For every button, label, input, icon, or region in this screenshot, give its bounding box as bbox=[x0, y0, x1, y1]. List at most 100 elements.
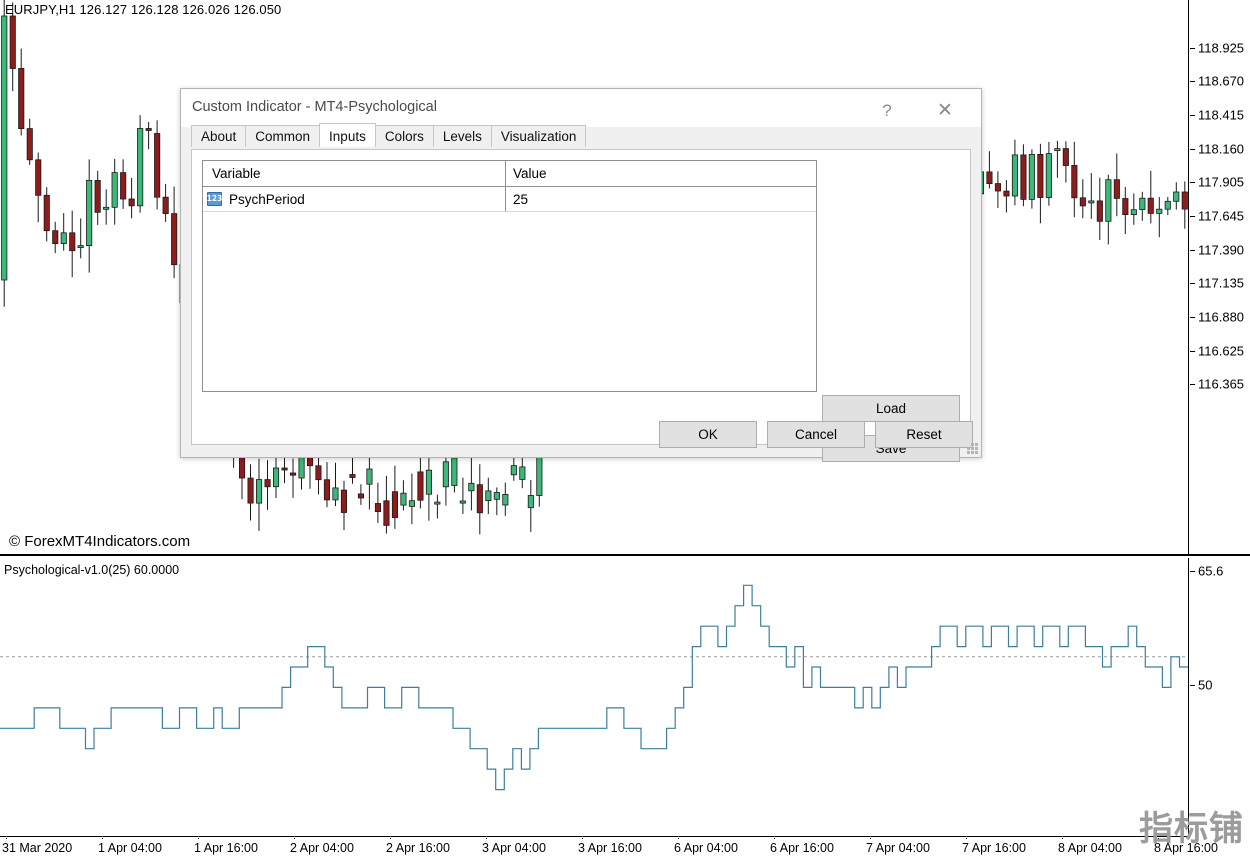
tab-about[interactable]: About bbox=[191, 125, 246, 147]
time-tick-mark bbox=[198, 838, 199, 839]
column-header-variable: Variable bbox=[203, 161, 506, 186]
candle-bearish bbox=[477, 485, 482, 513]
tab-inputs[interactable]: Inputs bbox=[319, 123, 376, 147]
candle-bearish bbox=[163, 197, 168, 213]
candle-bullish bbox=[401, 493, 406, 505]
price-tick-label: 117.645 bbox=[1198, 209, 1244, 224]
candle-bearish bbox=[1123, 199, 1128, 215]
candle-bearish bbox=[248, 478, 253, 503]
candle-bearish bbox=[129, 199, 134, 206]
candle-bullish bbox=[469, 483, 474, 491]
price-tick-mark bbox=[1190, 351, 1195, 352]
time-tick-label: 7 Apr 04:00 bbox=[866, 841, 930, 855]
price-tick-mark bbox=[1190, 81, 1195, 82]
cancel-button[interactable]: Cancel bbox=[767, 421, 865, 448]
candle-bearish bbox=[350, 475, 355, 478]
time-tick-label: 1 Apr 16:00 bbox=[194, 841, 258, 855]
candle-bearish bbox=[53, 231, 58, 244]
time-tick-label: 1 Apr 04:00 bbox=[98, 841, 162, 855]
candle-bullish bbox=[520, 467, 525, 480]
candle-bullish bbox=[87, 180, 92, 245]
candle-bearish bbox=[418, 472, 423, 500]
candle-bearish bbox=[375, 504, 380, 512]
candle-bearish bbox=[324, 480, 329, 500]
time-tick-label: 8 Apr 04:00 bbox=[1058, 841, 1122, 855]
dialog-tabstrip[interactable]: AboutCommonInputsColorsLevelsVisualizati… bbox=[181, 127, 981, 147]
price-tick-label: 117.905 bbox=[1198, 175, 1244, 190]
candle-bearish bbox=[36, 160, 41, 196]
candle-bearish bbox=[358, 494, 363, 498]
candle-bearish bbox=[341, 490, 346, 512]
column-header-value: Value bbox=[506, 161, 816, 186]
load-button[interactable]: Load bbox=[822, 395, 960, 422]
tab-visualization[interactable]: Visualization bbox=[491, 125, 587, 147]
price-tick-label: 118.670 bbox=[1198, 74, 1244, 89]
candle-bullish bbox=[299, 456, 304, 478]
candle-bullish bbox=[494, 493, 499, 500]
price-tick-mark bbox=[1190, 149, 1195, 150]
reset-button[interactable]: Reset bbox=[875, 421, 973, 448]
indicator-axis[interactable]: 65.650 bbox=[1190, 558, 1250, 837]
candle-bullish bbox=[452, 458, 457, 486]
candle-bullish bbox=[1174, 192, 1179, 201]
parameters-table[interactable]: Variable Value 123 PsychPeriod 25 bbox=[202, 160, 817, 392]
number-input-icon: 123 bbox=[207, 192, 222, 206]
candle-bullish bbox=[333, 488, 338, 500]
candle-bullish bbox=[511, 466, 516, 475]
help-icon[interactable]: ? bbox=[865, 95, 909, 126]
psychological-line-series bbox=[0, 558, 1188, 836]
time-tick-label: 7 Apr 16:00 bbox=[962, 841, 1026, 855]
candle-bearish bbox=[27, 129, 32, 160]
time-tick-label: 2 Apr 04:00 bbox=[290, 841, 354, 855]
price-tick-label: 118.415 bbox=[1198, 108, 1244, 123]
candle-bullish bbox=[1046, 154, 1051, 198]
candle-bullish bbox=[460, 501, 465, 503]
candle-bearish bbox=[1063, 149, 1068, 166]
candle-bearish bbox=[172, 214, 177, 265]
dialog-titlebar[interactable]: Custom Indicator - MT4-Psychological ? ✕ bbox=[181, 89, 981, 127]
price-tick-mark bbox=[1190, 250, 1195, 251]
price-axis[interactable]: 118.925118.670118.415118.160117.905117.6… bbox=[1190, 0, 1250, 554]
time-tick-mark bbox=[966, 838, 967, 839]
time-tick-mark bbox=[1062, 838, 1063, 839]
candle-bearish bbox=[239, 457, 244, 478]
price-tick-mark bbox=[1190, 384, 1195, 385]
indicator-plot-area[interactable] bbox=[0, 558, 1189, 837]
value-field[interactable]: 25 bbox=[506, 187, 816, 211]
tab-colors[interactable]: Colors bbox=[375, 125, 434, 147]
candle-bullish bbox=[503, 494, 508, 505]
candle-bullish bbox=[138, 129, 143, 206]
candle-bullish bbox=[1131, 210, 1136, 215]
indicator-name-label: Psychological-v1.0(25) 60.0000 bbox=[4, 563, 179, 577]
candle-bullish bbox=[256, 480, 261, 504]
candle-bullish bbox=[443, 462, 448, 487]
time-axis[interactable]: 31 Mar 20201 Apr 04:001 Apr 16:002 Apr 0… bbox=[0, 838, 1250, 860]
table-row[interactable]: 123 PsychPeriod 25 bbox=[203, 187, 816, 212]
candle-bearish bbox=[290, 473, 295, 475]
price-tick-mark bbox=[1190, 48, 1195, 49]
candle-bullish bbox=[1157, 209, 1162, 213]
custom-indicator-dialog[interactable]: Custom Indicator - MT4-Psychological ? ✕… bbox=[180, 88, 982, 458]
tab-levels[interactable]: Levels bbox=[433, 125, 492, 147]
price-tick-mark bbox=[1190, 216, 1195, 217]
price-tick-label: 117.390 bbox=[1198, 243, 1244, 258]
symbol-quote-label: EURJPY,H1 126.127 126.128 126.026 126.05… bbox=[5, 2, 281, 17]
candle-bullish bbox=[1012, 155, 1017, 196]
candle-bearish bbox=[392, 492, 397, 518]
candle-bullish bbox=[528, 496, 533, 508]
indicator-tick-mark bbox=[1190, 571, 1195, 572]
resize-grip-icon[interactable] bbox=[967, 443, 978, 454]
price-tick-label: 116.365 bbox=[1198, 377, 1244, 392]
candle-bearish bbox=[995, 184, 1000, 191]
candle-bearish bbox=[384, 501, 389, 526]
ok-button[interactable]: OK bbox=[659, 421, 757, 448]
candle-bullish bbox=[78, 246, 83, 248]
variable-name-label: PsychPeriod bbox=[229, 192, 305, 207]
candle-bullish bbox=[1165, 201, 1170, 209]
candle-bearish bbox=[95, 180, 100, 212]
tab-common[interactable]: Common bbox=[245, 125, 320, 147]
time-tick-mark bbox=[486, 838, 487, 839]
time-tick-label: 6 Apr 04:00 bbox=[674, 841, 738, 855]
candle-bearish bbox=[1182, 192, 1187, 209]
close-icon[interactable]: ✕ bbox=[923, 95, 967, 126]
